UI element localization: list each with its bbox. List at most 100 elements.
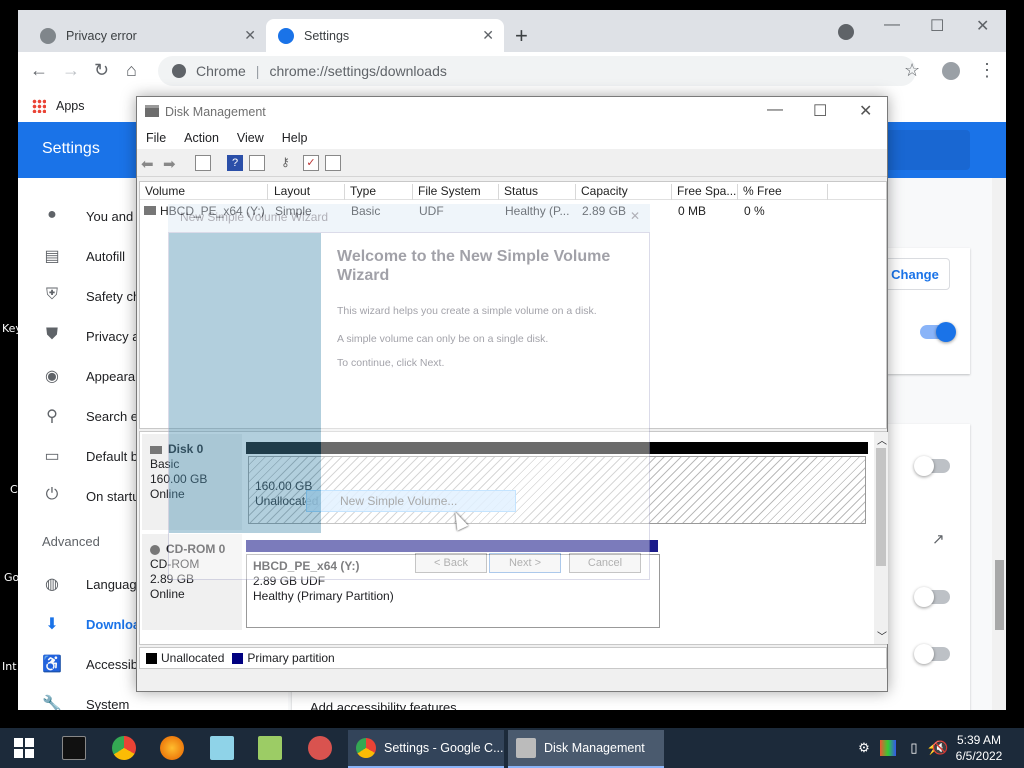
column-volume[interactable]: Volume — [140, 184, 268, 200]
sidebar-item-label: Privacy a — [86, 328, 140, 344]
advanced-section-label[interactable]: Advanced — [42, 534, 100, 549]
chevron-up-icon[interactable]: ︿ — [877, 432, 887, 447]
help-icon[interactable]: ? — [227, 155, 243, 171]
tab-privacy-error[interactable]: Privacy error ✕ — [28, 19, 266, 52]
back-button[interactable]: < Back — [415, 553, 487, 573]
volume-muted-icon[interactable]: 🔇 — [932, 740, 948, 756]
settings-toggle[interactable] — [914, 644, 950, 664]
close-icon[interactable]: ✕ — [630, 209, 640, 223]
chevron-down-icon[interactable]: ﹀ — [877, 628, 887, 643]
forward-icon[interactable]: ➡ — [163, 155, 179, 173]
gear-icon — [278, 27, 294, 44]
sidebar-item-accessibility[interactable]: ♿ Accessib — [42, 654, 138, 674]
sidebar-item-label: Default b — [86, 448, 139, 464]
chrome-icon[interactable] — [112, 736, 136, 760]
close-icon[interactable]: ✕ — [244, 27, 256, 44]
display-icon[interactable] — [880, 740, 896, 756]
sidebar-item-safety-check[interactable]: ⛨ Safety ch — [42, 286, 140, 306]
reload-icon[interactable]: ↻ — [94, 60, 109, 81]
sidebar-item-search-engine[interactable]: ⚲ Search e — [42, 406, 138, 426]
start-windows-icon[interactable] — [14, 738, 34, 758]
ask-where-to-save-toggle[interactable] — [920, 322, 956, 342]
new-tab-button[interactable]: + — [515, 23, 528, 49]
list-icon[interactable] — [325, 155, 341, 171]
home-icon[interactable]: ⌂ — [126, 60, 137, 81]
url-text: chrome://settings/downloads — [269, 63, 447, 79]
graph-scrollbar[interactable]: ︿ ﹀ — [874, 432, 888, 644]
sidebar-item-on-startup[interactable]: ⏻ On startu — [42, 486, 140, 506]
sidebar-item-downloads[interactable]: ⬇ Downloa — [42, 614, 140, 634]
shield-icon: ⛊ — [45, 326, 58, 343]
firefox-icon[interactable] — [160, 736, 184, 760]
next-button[interactable]: Next > — [489, 553, 561, 573]
apps-bookmark[interactable]: Apps — [56, 99, 85, 113]
terminal-icon[interactable] — [62, 736, 86, 760]
column-type[interactable]: Type — [345, 184, 413, 200]
sidebar-item-privacy[interactable]: ⛊ Privacy a — [42, 326, 139, 346]
back-icon[interactable]: ← — [30, 60, 48, 81]
usb-icon[interactable]: ▯ — [906, 740, 922, 756]
add-accessibility-features-link[interactable]: Add accessibility features — [310, 700, 457, 710]
column-free-space[interactable]: Free Spa... — [672, 184, 738, 200]
sidebar-item-appearance[interactable]: ◉ Appeara — [42, 366, 135, 386]
tab-settings[interactable]: Settings ✕ — [266, 19, 504, 52]
menu-view[interactable]: View — [228, 131, 273, 145]
column-file-system[interactable]: File System — [413, 184, 499, 200]
search-icon: ⚲ — [46, 408, 58, 425]
minimize-icon[interactable]: — — [884, 16, 900, 34]
new-simple-volume-wizard: New Simple Volume Wizard ✕ Welcome to th… — [168, 204, 650, 580]
column-layout[interactable]: Layout — [269, 184, 345, 200]
scrollbar-thumb[interactable] — [876, 448, 886, 566]
settings-toggle[interactable] — [914, 587, 950, 607]
system-clock[interactable]: 5:39 AM 6/5/2022 — [950, 732, 1008, 764]
sidebar-item-autofill[interactable]: ▤ Autofill — [42, 246, 125, 266]
check-icon[interactable]: ✓ — [303, 155, 319, 171]
task-manager-icon[interactable] — [258, 736, 282, 760]
external-link-icon[interactable]: ↗ — [932, 530, 945, 548]
settings-toggle[interactable] — [914, 456, 950, 476]
menu-file[interactable]: File — [137, 131, 175, 145]
column-pct-free[interactable]: % Free — [738, 184, 828, 200]
star-icon[interactable]: ☆ — [904, 60, 920, 81]
notepad-icon[interactable] — [210, 736, 234, 760]
column-capacity[interactable]: Capacity — [576, 184, 672, 200]
maximize-icon[interactable]: ☐ — [813, 101, 827, 121]
network-icon[interactable]: ⚙ — [856, 740, 872, 756]
properties-icon[interactable] — [249, 155, 265, 171]
back-icon[interactable]: ⬅ — [141, 155, 157, 173]
settings-search-box[interactable] — [878, 130, 970, 170]
menu-help[interactable]: Help — [273, 131, 317, 145]
menu-icon[interactable]: ⋮ — [978, 60, 996, 81]
profile-dropdown-icon[interactable] — [838, 24, 854, 40]
close-window-icon[interactable]: ✕ — [859, 101, 872, 121]
show-hide-console-tree-icon[interactable] — [195, 155, 211, 171]
key-icon[interactable]: ⚷ — [281, 155, 297, 171]
menu-action[interactable]: Action — [175, 131, 228, 145]
minimize-icon[interactable]: — — [767, 101, 783, 119]
utility-icon[interactable] — [308, 736, 332, 760]
taskbar-item-chrome[interactable]: Settings - Google C... — [348, 730, 504, 768]
sidebar-item-system[interactable]: 🔧 System — [42, 694, 129, 710]
apps-grid-icon — [32, 99, 46, 113]
sidebar-item-label: Languag — [86, 576, 137, 592]
close-window-icon[interactable]: ✕ — [976, 16, 989, 36]
sidebar-item-default-browser[interactable]: ▭ Default b — [42, 446, 138, 466]
column-status[interactable]: Status — [499, 184, 576, 200]
clock-time: 5:39 AM — [956, 733, 1002, 747]
sidebar-item-you-and-google[interactable]: ● You and — [42, 206, 133, 226]
change-location-button[interactable]: Change — [880, 258, 950, 290]
forward-icon[interactable]: → — [62, 60, 80, 81]
address-bar[interactable]: Chrome | chrome://settings/downloads — [158, 56, 916, 86]
chrome-site-icon — [172, 64, 186, 78]
close-icon[interactable]: ✕ — [482, 27, 494, 44]
taskbar-item-disk-management[interactable]: Disk Management — [508, 730, 664, 768]
scrollbar-thumb[interactable] — [995, 560, 1004, 630]
tab-strip: Privacy error ✕ Settings ✕ + — ☐ ✕ — [18, 10, 1006, 52]
sidebar-item-languages[interactable]: ◍ Languag — [42, 574, 137, 594]
cancel-button[interactable]: Cancel — [569, 553, 641, 573]
maximize-icon[interactable]: ☐ — [930, 16, 944, 36]
task-label: Disk Management — [544, 741, 645, 755]
profile-icon[interactable] — [942, 62, 960, 80]
desktop-label: Go — [4, 571, 20, 584]
page-scrollbar[interactable] — [992, 178, 1006, 710]
